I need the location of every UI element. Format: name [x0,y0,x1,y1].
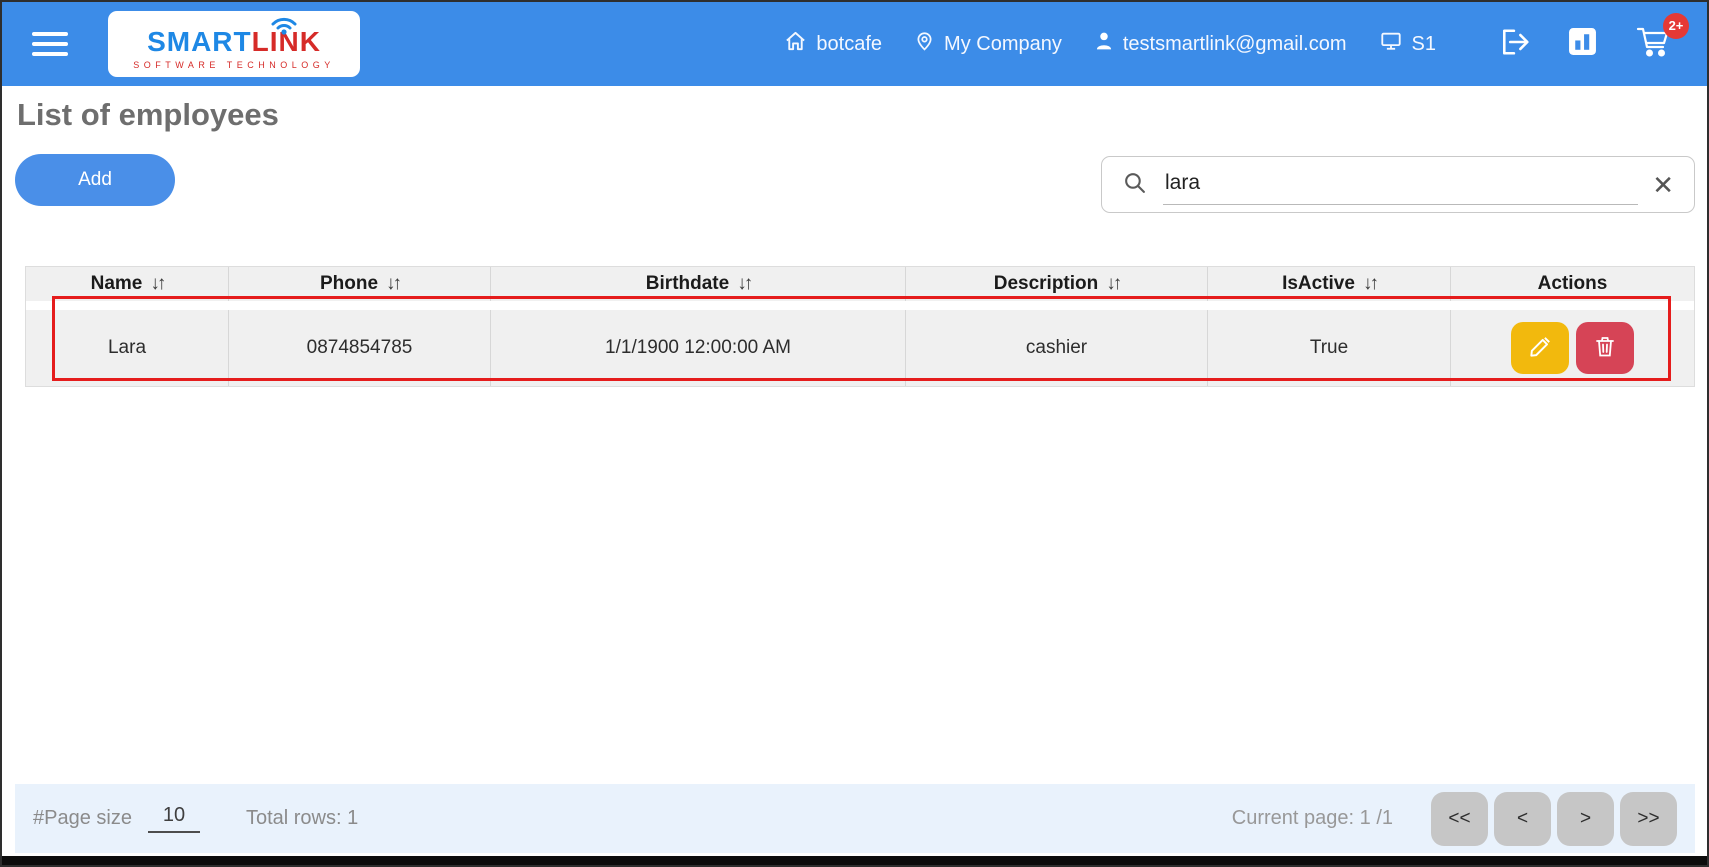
add-button[interactable]: Add [15,154,175,206]
trash-icon [1593,334,1617,362]
next-page-button[interactable]: > [1557,791,1614,846]
page-size-label: #Page size [33,807,132,829]
column-header-description[interactable]: Description ↓↑ [906,267,1208,301]
pagination-controls: Current page: 1 /1 << < > >> [1231,791,1677,846]
last-page-button[interactable]: >> [1620,791,1677,846]
store-menu-item[interactable]: botcafe [784,30,882,59]
sort-icon: ↓↑ [737,273,753,294]
wifi-icon [268,14,300,40]
cell-name: Lara [26,310,229,386]
account-menu-item[interactable]: testsmartlink@gmail.com [1094,30,1347,58]
previous-page-button[interactable]: < [1494,791,1551,846]
cart-badge: 2+ [1663,12,1689,39]
table-header-row: Name ↓↑ Phone ↓↑ Birthdate ↓↑ Description ↓↑… [26,267,1694,301]
pencil-icon [1527,334,1553,363]
company-menu-item[interactable]: My Company [914,30,1062,59]
delete-button[interactable] [1576,322,1634,374]
sort-icon: ↓↑ [1106,273,1122,294]
table-row[interactable]: Lara 0874854785 1/1/1900 12:00:00 AM cas… [26,310,1694,386]
search-box: ✕ [1101,156,1695,213]
employees-table: Name ↓↑ Phone ↓↑ Birthdate ↓↑ Description ↓↑… [25,266,1695,387]
logo-subtitle: SOFTWARE TECHNOLOGY [133,60,335,70]
app-window: SMARTLINK SOFTWARE TECHNOLOGY botcafe My… [0,0,1709,867]
bar-chart-icon [1568,27,1597,61]
column-header-isactive[interactable]: IsActive ↓↑ [1208,267,1451,301]
cell-actions [1451,310,1694,386]
user-icon [1094,30,1114,58]
edit-button[interactable] [1511,322,1569,374]
logout-icon [1500,28,1530,61]
top-navigation-bar: SMARTLINK SOFTWARE TECHNOLOGY botcafe My… [2,2,1707,86]
page-size-input[interactable] [147,804,200,833]
page-title: List of employees [17,97,279,132]
column-header-name[interactable]: Name ↓↑ [26,267,229,301]
topbar-right-cluster: botcafe My Company testsmartlink@gmail.c… [752,12,1689,64]
cell-phone: 0874854785 [229,310,491,386]
sort-icon: ↓↑ [386,273,402,294]
cell-isactive: True [1208,310,1451,386]
first-page-button[interactable]: << [1431,791,1488,846]
home-icon [784,30,807,59]
total-rows-label: Total rows: 1 [245,807,359,829]
current-page-label: Current page: 1 /1 [1231,807,1393,829]
station-menu-item[interactable]: S1 [1379,30,1436,58]
column-header-birthdate[interactable]: Birthdate ↓↑ [491,267,906,301]
sort-icon: ↓↑ [150,273,166,294]
logout-button[interactable] [1500,28,1530,61]
column-header-actions: Actions [1451,267,1694,301]
location-pin-icon [914,30,935,59]
cell-description: cashier [906,310,1208,386]
clear-search-icon[interactable]: ✕ [1652,172,1674,198]
search-input[interactable] [1163,164,1639,205]
monitor-icon [1379,30,1403,58]
smartlink-logo: SMARTLINK SOFTWARE TECHNOLOGY [108,11,360,77]
search-icon [1122,170,1147,200]
sort-icon: ↓↑ [1362,273,1379,294]
column-header-phone[interactable]: Phone ↓↑ [229,267,491,301]
bottom-taskbar [2,856,1707,865]
cell-birthdate: 1/1/1900 12:00:00 AM [491,310,906,386]
statistics-button[interactable] [1568,27,1597,61]
cart-button[interactable]: 2+ [1635,12,1689,64]
menu-icon[interactable] [32,26,68,62]
table-footer: #Page size Total rows: 1 Current page: 1… [15,784,1695,853]
